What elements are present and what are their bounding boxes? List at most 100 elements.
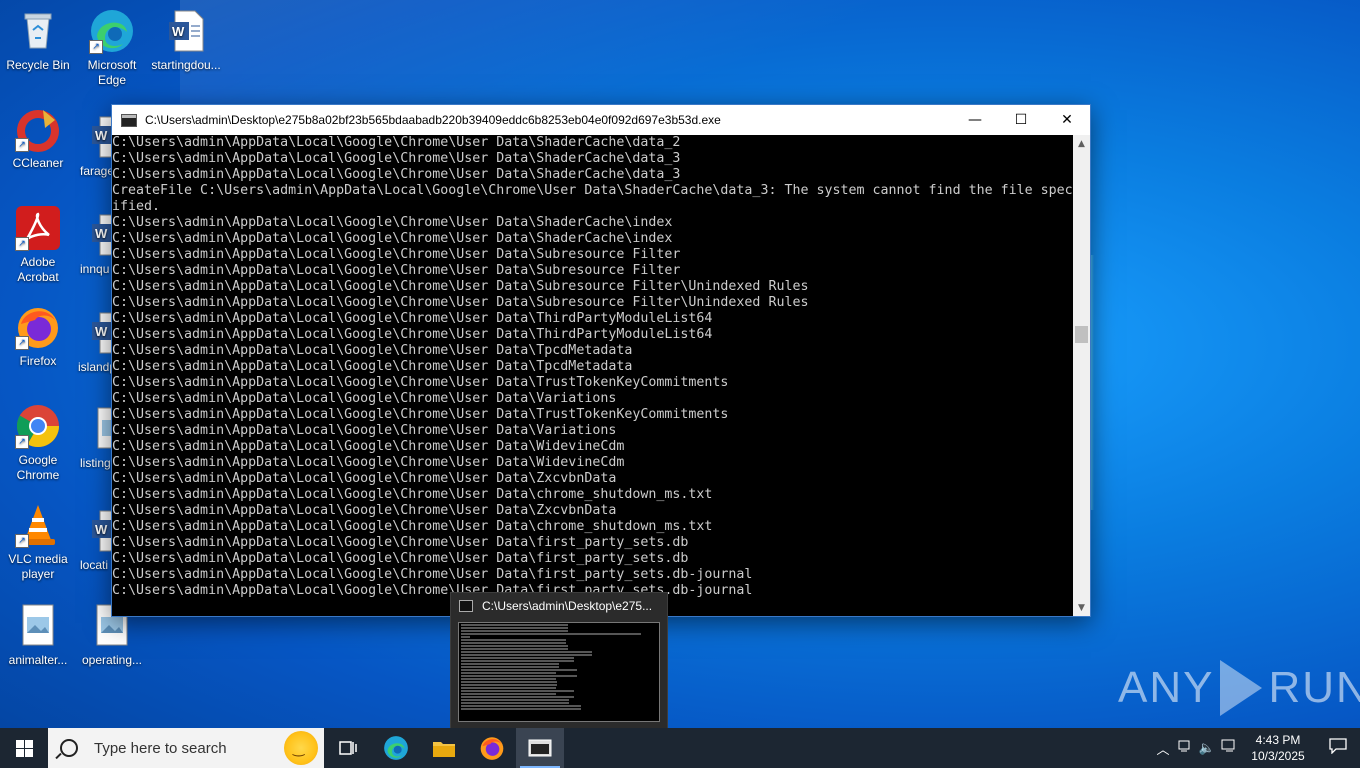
scroll-down-arrow-icon[interactable]: ▼	[1073, 599, 1090, 616]
svg-text:W: W	[172, 24, 185, 39]
desktop-icon-farage[interactable]: W farage	[74, 114, 111, 179]
console-line: C:\Users\admin\AppData\Local\Google\Chro…	[112, 359, 633, 374]
word-document-icon: W	[88, 114, 111, 160]
task-view-button[interactable]	[324, 728, 372, 768]
preview-line	[461, 687, 556, 689]
desktop-icon-listing[interactable]: listing	[74, 406, 111, 471]
window-title: C:\Users\admin\Desktop\e275b8a02bf23b565…	[145, 113, 721, 127]
desktop-icon-animalter[interactable]: animalter...	[0, 603, 76, 668]
console-line: C:\Users\admin\AppData\Local\Google\Chro…	[112, 535, 689, 550]
wallpaper-light-beam	[180, 0, 1080, 120]
taskbar-file-explorer-button[interactable]	[420, 728, 468, 768]
console-line: C:\Users\admin\AppData\Local\Google\Chro…	[112, 407, 729, 422]
console-line: C:\Users\admin\AppData\Local\Google\Chro…	[112, 487, 713, 502]
image-file-icon	[15, 603, 61, 649]
desktop-icon-label: Firefox	[19, 354, 57, 368]
system-tray: ︿ 🔈 4:43 PM 10/3/2025	[1152, 728, 1360, 768]
desktop-icon-ccleaner[interactable]: ↗ CCleaner	[0, 106, 76, 171]
task-view-icon	[339, 741, 357, 755]
console-line: C:\Users\admin\AppData\Local\Google\Chro…	[112, 247, 681, 262]
notifications-icon[interactable]	[1316, 738, 1360, 758]
word-document-icon: W	[88, 508, 111, 554]
shortcut-arrow-icon: ↗	[15, 138, 29, 152]
preview-line	[461, 690, 574, 692]
display-icon[interactable]	[1218, 739, 1240, 757]
preview-line	[461, 636, 470, 638]
close-button[interactable]: ✕	[1044, 105, 1090, 135]
maximize-button[interactable]: ☐	[998, 105, 1044, 135]
scrollbar-thumb[interactable]	[1075, 326, 1088, 343]
start-button[interactable]	[0, 728, 48, 768]
minimize-button[interactable]: —	[952, 105, 998, 135]
preview-line	[461, 627, 568, 629]
console-line: C:\Users\admin\AppData\Local\Google\Chro…	[112, 567, 753, 582]
taskbar-console-button[interactable]	[516, 728, 564, 768]
shortcut-arrow-icon: ↗	[15, 435, 29, 449]
desktop-icon-locati[interactable]: W locati	[74, 508, 111, 573]
preview-line	[461, 684, 557, 686]
vertical-scrollbar[interactable]: ▲ ▼	[1073, 135, 1090, 616]
desktop-icon-label: farage	[80, 164, 111, 178]
volume-icon[interactable]: 🔈	[1196, 741, 1218, 756]
folder-icon	[433, 742, 455, 757]
preview-line	[461, 675, 577, 677]
vlc-cone-icon: ↗	[15, 502, 61, 548]
console-line: C:\Users\admin\AppData\Local\Google\Chro…	[112, 151, 681, 166]
desktop-icon-islandp[interactable]: W islandp	[74, 310, 111, 375]
console-line: C:\Users\admin\AppData\Local\Google\Chro…	[112, 519, 713, 534]
console-line: C:\Users\admin\AppData\Local\Google\Chro…	[112, 167, 681, 182]
console-line: ified.	[112, 199, 161, 214]
console-line: C:\Users\admin\AppData\Local\Google\Chro…	[112, 455, 625, 470]
console-window[interactable]: C:\Users\admin\Desktop\e275b8a02bf23b565…	[111, 104, 1091, 617]
console-line: C:\Users\admin\AppData\Local\Google\Chro…	[112, 423, 617, 438]
preview-line	[461, 681, 557, 683]
desktop-icon-recycle-bin[interactable]: Recycle Bin	[0, 8, 76, 73]
desktop-icon-edge[interactable]: ↗ Microsoft Edge	[74, 8, 150, 88]
window-titlebar[interactable]: C:\Users\admin\Desktop\e275b8a02bf23b565…	[112, 105, 1090, 135]
preview-title: C:\Users\admin\Desktop\e275...	[482, 599, 653, 613]
preview-line	[461, 654, 592, 656]
desktop-icon-firefox[interactable]: ↗ Firefox	[0, 304, 76, 369]
desktop-icon-vlc[interactable]: ↗ VLC media player	[0, 502, 76, 582]
taskbar-edge-button[interactable]	[372, 728, 420, 768]
console-app-icon	[459, 600, 473, 612]
desktop-icon-google-chrome[interactable]: ↗ Google Chrome	[0, 403, 76, 483]
desktop-icon-label: animalter...	[8, 653, 68, 667]
preview-window-thumbnail[interactable]	[458, 622, 660, 722]
console-line: C:\Users\admin\AppData\Local\Google\Chro…	[112, 311, 713, 326]
network-icon[interactable]	[1174, 739, 1196, 757]
search-highlight-icon[interactable]	[284, 731, 318, 765]
preview-line	[461, 642, 566, 644]
console-line: C:\Users\admin\AppData\Local\Google\Chro…	[112, 391, 617, 406]
taskbar-firefox-button[interactable]	[468, 728, 516, 768]
ccleaner-icon: ↗	[15, 106, 61, 152]
desktop-icon-startingdou[interactable]: W startingdou...	[148, 8, 224, 73]
firefox-icon	[480, 737, 504, 760]
show-hidden-icons-chevron-icon[interactable]: ︿	[1152, 739, 1174, 758]
preview-line	[461, 678, 556, 680]
preview-line	[461, 651, 592, 653]
scroll-up-arrow-icon[interactable]: ▲	[1073, 135, 1090, 152]
preview-line	[461, 624, 568, 626]
console-output[interactable]: C:\Users\admin\AppData\Local\Google\Chro…	[112, 135, 1073, 616]
clock-time: 4:43 PM	[1255, 733, 1301, 747]
console-line: C:\Users\admin\AppData\Local\Google\Chro…	[112, 231, 673, 246]
desktop-icon-innqu[interactable]: W innqu	[74, 212, 111, 277]
preview-line	[461, 660, 574, 662]
console-line: C:\Users\admin\AppData\Local\Google\Chro…	[112, 327, 713, 342]
firefox-icon: ↗	[15, 304, 61, 350]
desktop-icon-label: operating...	[81, 653, 143, 667]
desktop-icon-adobe-acrobat[interactable]: ↗ Adobe Acrobat	[0, 205, 76, 285]
shortcut-arrow-icon: ↗	[15, 534, 29, 548]
clock[interactable]: 4:43 PM 10/3/2025	[1240, 732, 1316, 764]
desktop-icon-label: startingdou...	[151, 58, 221, 72]
image-file-icon	[94, 406, 111, 452]
shortcut-arrow-icon: ↗	[15, 237, 29, 251]
shortcut-arrow-icon: ↗	[15, 336, 29, 350]
preview-line	[461, 648, 568, 650]
word-document-icon: W	[163, 8, 209, 54]
search-box[interactable]: Type here to search	[48, 728, 324, 768]
edge-icon	[384, 736, 408, 760]
preview-line	[461, 693, 556, 695]
taskbar-thumbnail-preview[interactable]: C:\Users\admin\Desktop\e275...	[450, 592, 668, 730]
